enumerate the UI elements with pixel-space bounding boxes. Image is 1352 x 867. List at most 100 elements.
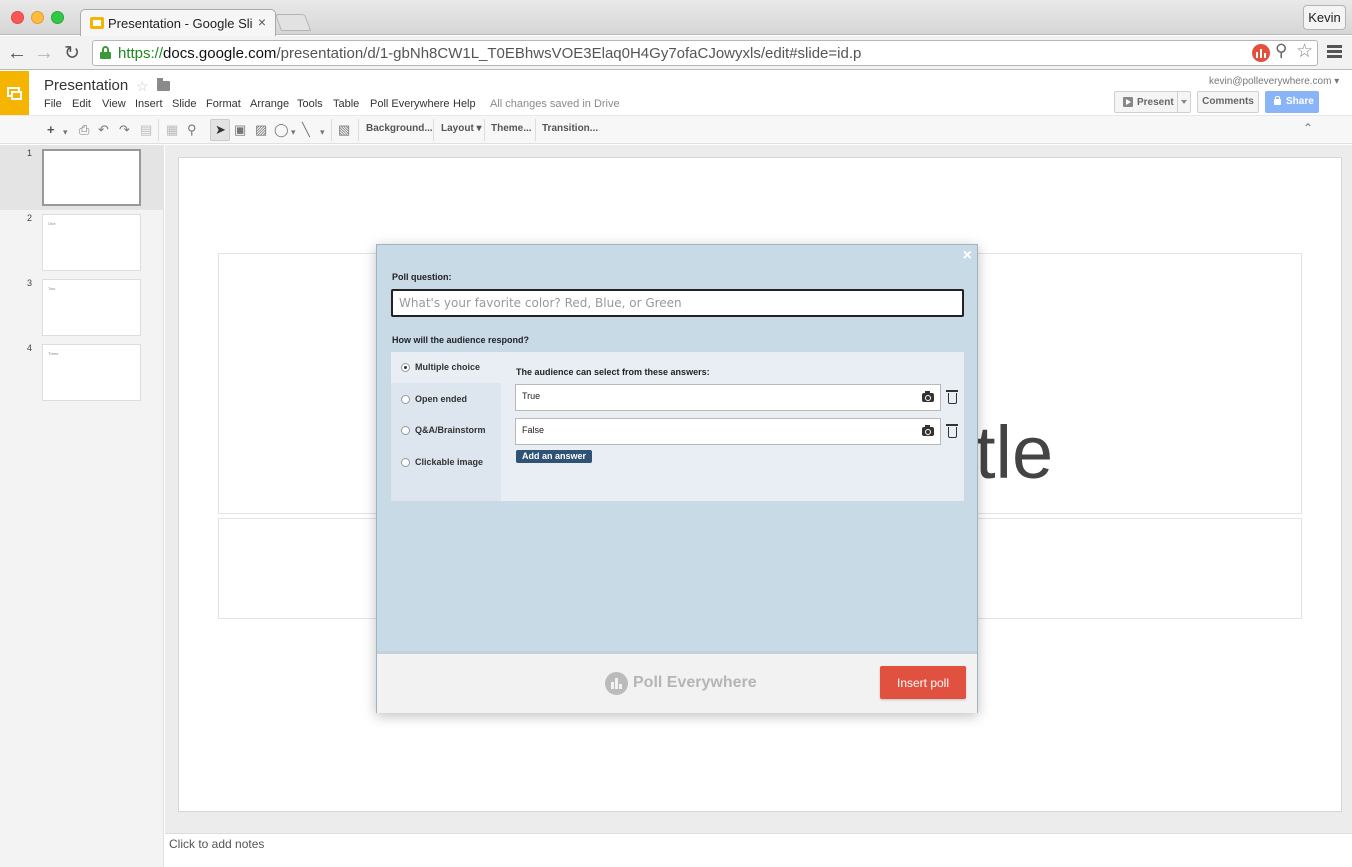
new-slide-dropdown-icon[interactable]: ▾ xyxy=(63,124,68,140)
slide-thumbnail-1[interactable] xyxy=(42,149,141,206)
url-text[interactable]: https://docs.google.com/presentation/d/1… xyxy=(118,45,861,62)
transition-button[interactable]: Transition... xyxy=(542,123,598,134)
menu-view[interactable]: View xyxy=(102,98,126,110)
comment-icon[interactable]: ▧ xyxy=(338,122,350,138)
present-play-icon xyxy=(1123,97,1133,107)
tab-close-icon[interactable]: × xyxy=(258,14,266,30)
slide-title-text[interactable]: tle xyxy=(975,410,1053,495)
document-title[interactable]: Presentation xyxy=(44,77,128,94)
present-button[interactable]: Present xyxy=(1114,91,1191,113)
radio[interactable] xyxy=(401,395,410,404)
theme-button[interactable]: Theme... xyxy=(491,123,532,134)
menu-table[interactable]: Table xyxy=(333,98,359,110)
share-label: Share xyxy=(1286,96,1314,107)
save-status[interactable]: All changes saved in Drive xyxy=(490,98,620,110)
present-dropdown-icon[interactable] xyxy=(1181,100,1187,104)
collapse-chevron-icon[interactable]: ⌃ xyxy=(1303,121,1313,135)
text-box-icon[interactable]: ▣ xyxy=(234,122,246,138)
window-zoom-button[interactable] xyxy=(51,11,64,24)
line-icon[interactable]: ╲ xyxy=(302,122,310,138)
folder-icon[interactable] xyxy=(157,78,170,91)
new-tab-button[interactable] xyxy=(274,14,312,31)
browser-tab-strip: Presentation - Google Slides × Kevin xyxy=(0,0,1352,36)
answer-row xyxy=(515,418,941,445)
lock-icon xyxy=(1274,96,1281,105)
search-icon[interactable]: ⚲ xyxy=(1275,41,1287,61)
poll-dialog: × Poll question: How will the audience r… xyxy=(376,244,978,713)
bookmark-star-icon[interactable]: ☆ xyxy=(1296,40,1313,63)
redo-icon[interactable]: ↷ xyxy=(119,122,130,138)
radio[interactable] xyxy=(401,426,410,435)
star-icon[interactable]: ☆ xyxy=(136,78,149,95)
answer-input[interactable] xyxy=(522,391,902,401)
window-close-button[interactable] xyxy=(11,11,24,24)
trash-icon[interactable] xyxy=(946,390,958,404)
answers-label: The audience can select from these answe… xyxy=(516,367,710,377)
respond-label: How will the audience respond? xyxy=(392,335,530,345)
back-arrow-icon[interactable]: ← xyxy=(7,42,27,65)
browser-toolbar: ← → ↻ https://docs.google.com/presentati… xyxy=(0,36,1352,70)
reload-icon[interactable]: ↻ xyxy=(64,42,80,65)
new-slide-icon[interactable]: + xyxy=(47,122,55,138)
menu-slide[interactable]: Slide xyxy=(172,98,196,110)
comments-button[interactable]: Comments xyxy=(1197,91,1259,113)
print-icon[interactable]: ⎙ xyxy=(79,122,89,138)
radio[interactable] xyxy=(401,458,410,467)
response-type-multiple-choice[interactable]: Multiple choice xyxy=(391,352,501,383)
close-icon[interactable]: × xyxy=(963,247,972,265)
answer-input[interactable] xyxy=(522,425,902,435)
poll-question-label: Poll question: xyxy=(392,272,452,282)
zoom-icon[interactable]: ⚲ xyxy=(187,122,197,138)
account-email[interactable]: kevin@polleverywhere.com ▾ xyxy=(1209,76,1339,87)
poll-everywhere-extension-icon[interactable] xyxy=(1252,44,1270,62)
radio-selected[interactable] xyxy=(401,363,410,372)
response-type-clickable-image[interactable]: Clickable image xyxy=(391,447,501,478)
menu-edit[interactable]: Edit xyxy=(72,98,91,110)
response-type-label: Q&A/Brainstorm xyxy=(415,425,486,435)
shape-dropdown-icon[interactable]: ▾ xyxy=(291,124,296,140)
poll-question-input[interactable] xyxy=(391,289,964,317)
forward-arrow-icon[interactable]: → xyxy=(34,42,54,65)
browser-tab-active[interactable]: Presentation - Google Slides × xyxy=(80,9,276,36)
thumbnail-text: Three xyxy=(48,351,59,356)
share-button[interactable]: Share xyxy=(1265,91,1319,113)
menu-file[interactable]: File xyxy=(44,98,62,110)
window-minimize-button[interactable] xyxy=(31,11,44,24)
thumbnail-text: Two xyxy=(48,286,56,291)
insert-poll-button[interactable]: Insert poll xyxy=(880,666,966,699)
present-label: Present xyxy=(1137,97,1174,108)
slide-thumbnail-3[interactable]: Two xyxy=(42,279,141,336)
menu-poll-everywhere[interactable]: Poll Everywhere xyxy=(370,98,449,110)
poll-everywhere-logo-icon xyxy=(605,672,628,695)
trash-icon[interactable] xyxy=(946,424,958,438)
slides-logo-icon[interactable] xyxy=(0,71,29,115)
camera-icon[interactable] xyxy=(922,425,934,436)
slide-filmstrip: 1 2 One 3 Two 4 Three xyxy=(0,145,164,867)
response-type-label: Multiple choice xyxy=(415,362,481,372)
menu-format[interactable]: Format xyxy=(206,98,241,110)
image-icon[interactable]: ▨ xyxy=(255,122,267,138)
zoom-fit-icon[interactable]: ▦ xyxy=(166,122,178,138)
background-button[interactable]: Background... xyxy=(366,123,433,134)
response-type-qa-brainstorm[interactable]: Q&A/Brainstorm xyxy=(391,415,501,446)
browser-menu-icon[interactable] xyxy=(1327,45,1342,59)
line-dropdown-icon[interactable]: ▾ xyxy=(320,124,325,140)
shape-icon[interactable]: ◯ xyxy=(274,122,289,138)
menu-insert[interactable]: Insert xyxy=(135,98,163,110)
profile-button[interactable]: Kevin xyxy=(1303,5,1346,30)
add-answer-button[interactable]: Add an answer xyxy=(516,450,593,463)
response-type-open-ended[interactable]: Open ended xyxy=(391,384,501,415)
menu-tools[interactable]: Tools xyxy=(297,98,323,110)
address-bar[interactable]: https://docs.google.com/presentation/d/1… xyxy=(92,40,1318,66)
camera-icon[interactable] xyxy=(922,391,934,402)
paint-format-icon[interactable]: ▤ xyxy=(140,122,152,138)
answer-row xyxy=(515,384,941,411)
slide-thumbnail-4[interactable]: Three xyxy=(42,344,141,401)
select-arrow-icon[interactable]: ➤ xyxy=(215,122,226,138)
menu-help[interactable]: Help xyxy=(453,98,476,110)
undo-icon[interactable]: ↶ xyxy=(98,122,109,138)
speaker-notes[interactable]: Click to add notes xyxy=(165,833,1352,867)
layout-button[interactable]: Layout ▾ xyxy=(441,123,482,134)
menu-arrange[interactable]: Arrange xyxy=(250,98,289,110)
slide-thumbnail-2[interactable]: One xyxy=(42,214,141,271)
